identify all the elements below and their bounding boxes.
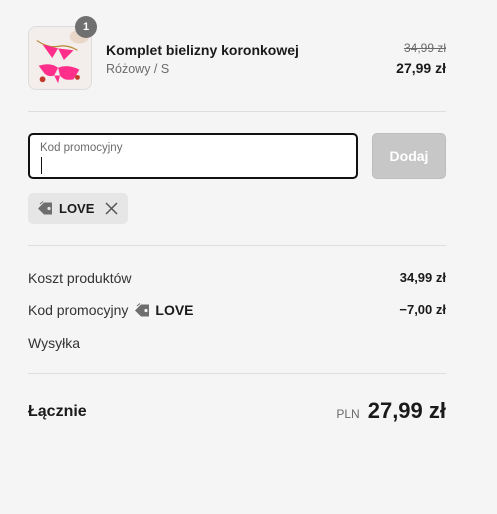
subtotal-value: 34,99 zł	[399, 270, 446, 285]
shipping-label: Wysyłka	[28, 335, 80, 351]
original-price: 34,99 zł	[403, 41, 446, 55]
promo-code-field[interactable]: Kod promocyjny	[28, 133, 358, 179]
remove-promo-button[interactable]	[105, 202, 118, 215]
divider	[28, 373, 446, 374]
apply-promo-button[interactable]: Dodaj	[372, 133, 446, 179]
total-label: Łącznie	[28, 403, 87, 420]
total-value: 27,99 zł	[367, 398, 446, 423]
subtotal-label: Koszt produktów	[28, 270, 132, 286]
promo-code-label: Kod promocyjny	[40, 142, 123, 154]
text-caret	[41, 157, 42, 174]
discount-code: LOVE	[155, 302, 194, 318]
line-item: 1 Komplet bielizny koronkowej Różowy / S…	[28, 16, 446, 90]
product-variant: Różowy / S	[106, 62, 170, 76]
tag-icon	[134, 302, 151, 318]
divider	[28, 245, 446, 246]
quantity-badge: 1	[75, 16, 97, 38]
discount-label: Kod promocyjny	[28, 302, 129, 318]
shipping-row: Wysyłka	[28, 333, 446, 353]
close-icon	[105, 202, 118, 215]
tag-icon	[37, 201, 54, 216]
applied-promo-chip: LOVE	[28, 193, 128, 224]
discount-value: −7,00 zł	[399, 302, 446, 317]
subtotal-row: Koszt produktów 34,99 zł	[28, 268, 446, 288]
applied-promo-code: LOVE	[59, 201, 95, 216]
product-name: Komplet bielizny koronkowej	[106, 42, 299, 58]
currency-code: PLN	[336, 407, 360, 421]
discount-row: Kod promocyjny LOVE −7,00 zł	[28, 300, 446, 320]
total-amount: PLN 27,99 zł	[336, 398, 446, 424]
discount-label-group: Kod promocyjny LOVE	[28, 302, 194, 318]
promo-code-input[interactable]	[40, 157, 340, 175]
divider	[28, 111, 446, 112]
current-price: 27,99 zł	[396, 60, 446, 76]
